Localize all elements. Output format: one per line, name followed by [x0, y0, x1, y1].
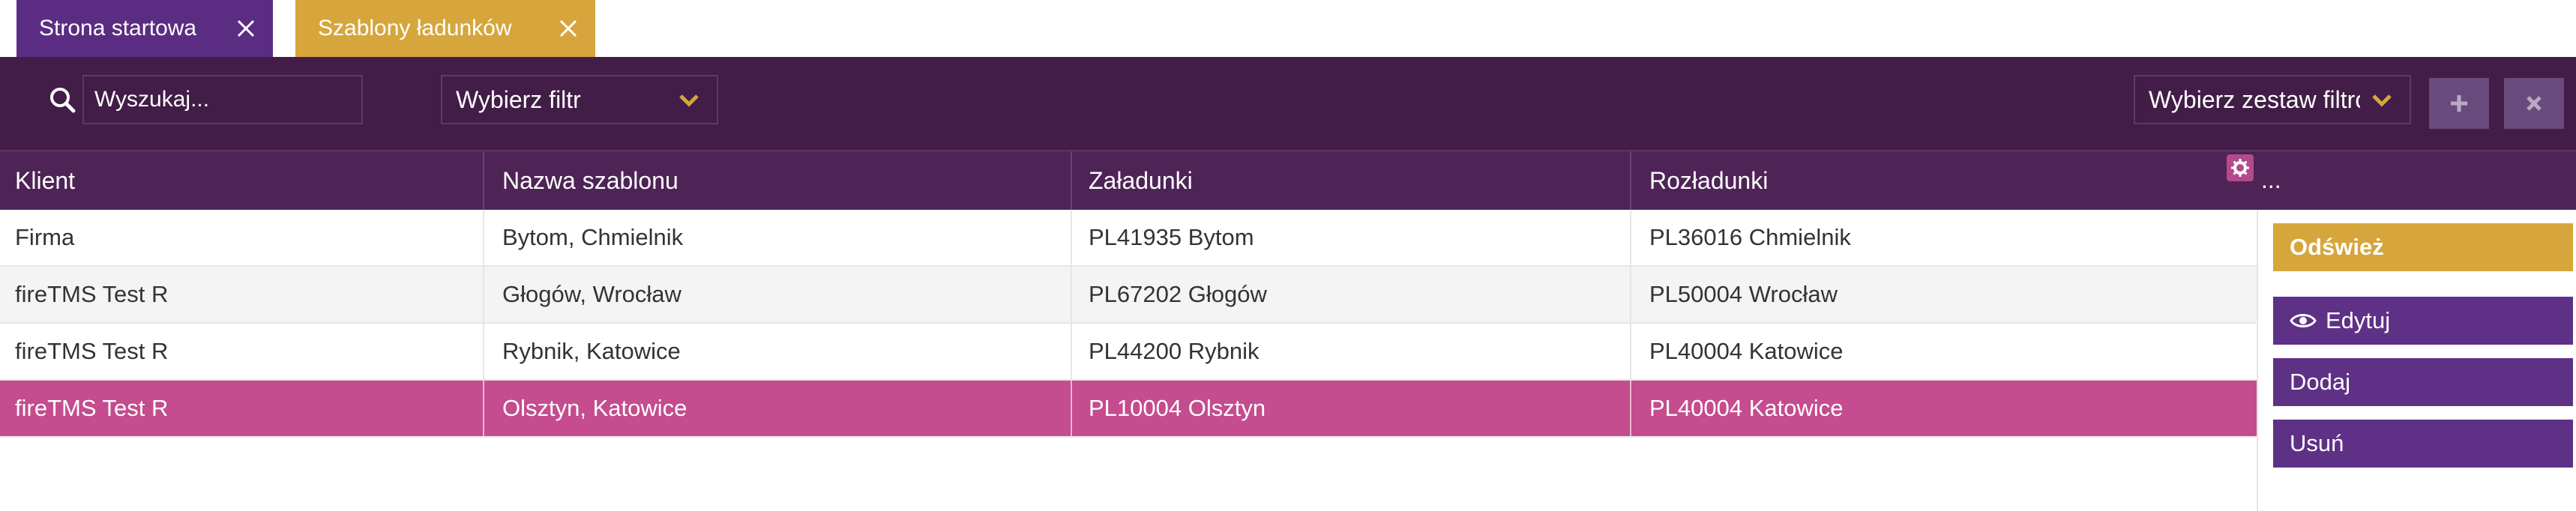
cell-unloading: PL36016 Chmielnik — [1649, 224, 1851, 250]
add-button[interactable]: Dodaj — [2273, 358, 2573, 406]
column-header-template-name[interactable]: Nazwa szablonu — [484, 151, 1072, 210]
cell-loading: PL67202 Głogów — [1072, 267, 1631, 322]
tab-start-page[interactable]: Strona startowa — [16, 0, 273, 57]
cell-unloading: PL50004 Wrocław — [1649, 281, 1838, 307]
tab-label: Strona startowa — [39, 16, 197, 40]
more-columns-indicator: ... — [2261, 166, 2281, 193]
column-header-unloadings[interactable]: Rozładunki — [1631, 151, 2257, 210]
table-row[interactable]: fireTMS Test R Rybnik, Katowice PL44200 … — [0, 324, 2257, 381]
cell-template: Głogów, Wrocław — [484, 267, 1072, 322]
close-icon[interactable] — [235, 18, 256, 39]
cell-unloading: PL40004 Katowice — [1649, 338, 1844, 364]
eye-icon — [2290, 314, 2317, 327]
table-row[interactable]: fireTMS Test R Głogów, Wrocław PL67202 G… — [0, 267, 2257, 324]
x-icon — [2527, 96, 2542, 111]
plus-icon — [2451, 95, 2467, 112]
refresh-button[interactable]: Odśwież — [2273, 223, 2573, 271]
column-header-loadings[interactable]: Załadunki — [1072, 151, 1631, 210]
tab-load-templates[interactable]: Szablony ładunków — [295, 0, 595, 57]
add-button-label: Dodaj — [2290, 369, 2350, 395]
search-icon — [48, 85, 78, 115]
cell-template: Olsztyn, Katowice — [484, 381, 1072, 436]
search-input[interactable] — [82, 75, 363, 124]
cell-client: fireTMS Test R — [0, 267, 484, 322]
gear-icon — [2231, 159, 2249, 177]
filter-set-select[interactable]: Wybierz zestaw filtrów — [2134, 75, 2411, 124]
column-settings-button[interactable] — [2227, 154, 2254, 181]
table-body: Firma Bytom, Chmielnik PL41935 Bytom PL3… — [0, 210, 2257, 438]
delete-button[interactable]: Usuń — [2273, 420, 2573, 468]
edit-button-label: Edytuj — [2326, 307, 2391, 333]
chevron-down-icon — [678, 91, 700, 109]
cell-unloading: PL40004 Katowice — [1649, 395, 1844, 421]
filter-select-value: Wybierz filtr — [456, 85, 581, 113]
cell-loading: PL10004 Olsztyn — [1072, 381, 1631, 436]
close-icon[interactable] — [558, 18, 579, 39]
cell-template: Bytom, Chmielnik — [484, 210, 1072, 265]
cell-loading: PL44200 Rybnik — [1072, 324, 1631, 379]
filter-select[interactable]: Wybierz filtr — [441, 75, 718, 124]
remove-filter-set-button[interactable] — [2504, 78, 2564, 129]
cell-client: fireTMS Test R — [0, 324, 484, 379]
edit-button[interactable]: Edytuj — [2273, 297, 2573, 345]
chevron-down-icon — [2371, 91, 2393, 109]
cell-template: Rybnik, Katowice — [484, 324, 1072, 379]
cell-client: Firma — [0, 210, 484, 265]
table-row[interactable]: Firma Bytom, Chmielnik PL41935 Bytom PL3… — [0, 210, 2257, 267]
cell-client: fireTMS Test R — [0, 381, 484, 436]
tab-bar: Strona startowa Szablony ładunków — [0, 0, 2576, 57]
refresh-button-label: Odśwież — [2290, 234, 2384, 260]
table-row-selected[interactable]: fireTMS Test R Olsztyn, Katowice PL10004… — [0, 381, 2257, 438]
cell-loading: PL41935 Bytom — [1072, 210, 1631, 265]
table-header: Klient Nazwa szablonu Załadunki Rozładun… — [0, 150, 2576, 210]
column-header-client[interactable]: Klient — [0, 151, 484, 210]
delete-button-label: Usuń — [2290, 430, 2344, 456]
filter-set-select-value: Wybierz zestaw filtrów — [2149, 85, 2360, 113]
add-filter-set-button[interactable] — [2429, 78, 2489, 129]
tab-label: Szablony ładunków — [318, 16, 512, 40]
